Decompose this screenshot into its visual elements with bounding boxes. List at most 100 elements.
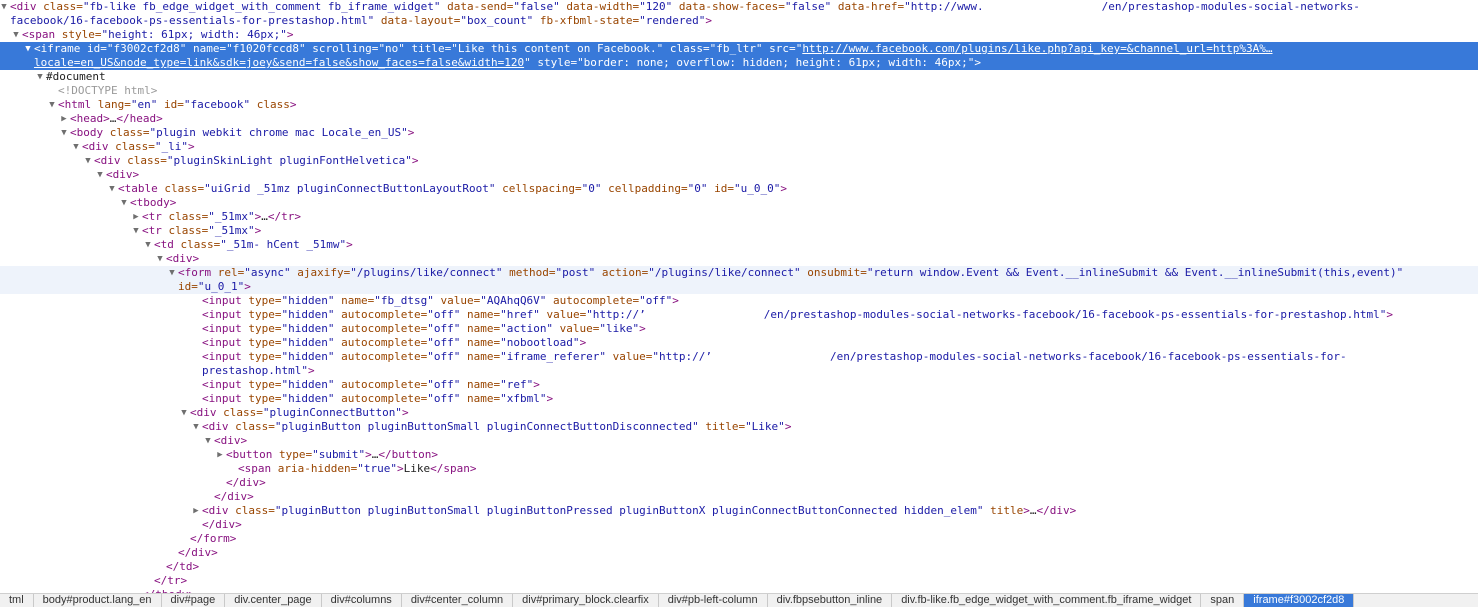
dom-node[interactable]: <input type="hidden" autocomplete="off" … bbox=[0, 322, 1478, 336]
node-token: > bbox=[254, 224, 262, 237]
disclosure-collapsed-icon[interactable]: ▶ bbox=[59, 112, 69, 126]
disclosure-expanded-icon[interactable]: ▼ bbox=[203, 434, 213, 448]
dom-node[interactable]: ▶ <tr class="_51mx">…</tr> bbox=[0, 210, 1478, 224]
node-token: action= bbox=[595, 266, 649, 279]
disclosure-expanded-icon[interactable]: ▼ bbox=[155, 252, 165, 266]
breadcrumb-item[interactable]: tml bbox=[0, 594, 34, 607]
disclosure-expanded-icon[interactable]: ▼ bbox=[47, 98, 57, 112]
dom-node[interactable]: <input type="hidden" autocomplete="off" … bbox=[0, 350, 1478, 378]
node-token: "_51mx" bbox=[208, 224, 255, 237]
dom-node[interactable]: <input type="hidden" autocomplete="off" … bbox=[0, 392, 1478, 406]
breadcrumb-item[interactable]: div.fbpsebutton_inline bbox=[768, 594, 893, 607]
node-token: id= bbox=[707, 182, 734, 195]
node-token: > bbox=[784, 420, 792, 433]
node-token: "off" bbox=[427, 322, 461, 335]
node-token: ajaxify= bbox=[290, 266, 351, 279]
node-token: < bbox=[10, 0, 17, 13]
breadcrumb-item[interactable]: div.fb-like.fb_edge_widget_with_comment.… bbox=[892, 594, 1202, 607]
node-token: type= bbox=[241, 308, 282, 321]
dom-node[interactable]: ▶ <head>…</head> bbox=[0, 112, 1478, 126]
node-token: "hidden" bbox=[281, 336, 335, 349]
dom-node[interactable]: </div> bbox=[0, 490, 1478, 504]
disclosure-expanded-icon[interactable]: ▼ bbox=[167, 266, 177, 280]
node-token: class= bbox=[161, 224, 209, 237]
disclosure-expanded-icon[interactable]: ▼ bbox=[59, 126, 69, 140]
dom-node[interactable]: </tr> bbox=[0, 574, 1478, 588]
node-token: <input bbox=[202, 350, 242, 363]
dom-node[interactable]: </form> bbox=[0, 532, 1478, 546]
dom-node[interactable]: ▼ <body class="plugin webkit chrome mac L… bbox=[0, 126, 1478, 140]
disclosure-collapsed-icon[interactable]: ▶ bbox=[131, 210, 141, 224]
dom-node[interactable]: <input type="hidden" autocomplete="off" … bbox=[0, 378, 1478, 392]
disclosure-expanded-icon[interactable]: ▼ bbox=[71, 140, 81, 154]
disclosure-expanded-icon[interactable]: ▼ bbox=[131, 224, 141, 238]
dom-node[interactable]: ▼ <iframe id="f3002cf2d8" name="f1020fccd… bbox=[0, 42, 1478, 70]
dom-node[interactable]: ▼ #document bbox=[0, 70, 1478, 84]
dom-node[interactable]: ▼ <div class="pluginButton pluginButtonSm… bbox=[0, 420, 1478, 434]
breadcrumb-item[interactable]: div#primary_block.clearfix bbox=[513, 594, 659, 607]
disclosure-expanded-icon[interactable]: ▼ bbox=[11, 28, 21, 42]
node-token: "hidden" bbox=[281, 350, 335, 363]
disclosure-expanded-icon[interactable]: ▼ bbox=[107, 182, 117, 196]
node-token: "off" bbox=[427, 308, 461, 321]
dom-node[interactable]: ▼ <tr class="_51mx"> bbox=[0, 224, 1478, 238]
breadcrumb-item[interactable]: iframe#f3002cf2d8 bbox=[1244, 594, 1355, 607]
breadcrumb-item[interactable]: span bbox=[1201, 594, 1245, 607]
node-token: <div bbox=[190, 406, 217, 419]
dom-node[interactable]: </div> bbox=[0, 546, 1478, 560]
disclosure-collapsed-icon[interactable]: ▶ bbox=[215, 448, 225, 462]
node-token: > bbox=[974, 56, 982, 69]
node-token: </span> bbox=[430, 462, 477, 475]
disclosure-expanded-icon[interactable]: ▼ bbox=[191, 420, 201, 434]
dom-node[interactable]: ▼ <div class="fb-like fb_edge_widget_with… bbox=[0, 0, 1478, 28]
dom-node[interactable]: ▶ <button type="submit">…</button> bbox=[0, 448, 1478, 462]
node-token: "rendered" bbox=[639, 14, 706, 27]
node-token: name= bbox=[460, 322, 501, 335]
breadcrumb-item[interactable]: div#pb-left-column bbox=[659, 594, 768, 607]
breadcrumb-item[interactable]: div#page bbox=[162, 594, 226, 607]
breadcrumb-item[interactable]: div.center_page bbox=[225, 594, 322, 607]
node-token: name= bbox=[460, 378, 501, 391]
dom-node[interactable]: ▼ <table class="uiGrid _51mz pluginConnec… bbox=[0, 182, 1478, 196]
breadcrumb-item[interactable]: div#columns bbox=[322, 594, 402, 607]
disclosure-expanded-icon[interactable]: ▼ bbox=[95, 168, 105, 182]
disclosure-expanded-icon[interactable]: ▼ bbox=[143, 238, 153, 252]
node-token: class= bbox=[663, 42, 710, 55]
disclosure-expanded-icon[interactable]: ▼ bbox=[119, 196, 129, 210]
node-token: name= bbox=[460, 308, 501, 321]
dom-node[interactable]: ▶ <div class="pluginButton pluginButtonSm… bbox=[0, 504, 1478, 518]
dom-node[interactable]: ▼ <form rel="async" ajaxify="/plugins/lik… bbox=[0, 266, 1478, 294]
dom-node[interactable]: ▼ <div class="_li"> bbox=[0, 140, 1478, 154]
dom-node[interactable]: <input type="hidden" autocomplete="off" … bbox=[0, 336, 1478, 350]
node-token: "/plugins/like/connect" bbox=[350, 266, 503, 279]
dom-node[interactable]: ▼ <div> bbox=[0, 252, 1478, 266]
dom-node[interactable]: <span aria-hidden="true">Like</span> bbox=[0, 462, 1478, 476]
dom-node[interactable]: ▼ <div> bbox=[0, 434, 1478, 448]
dom-node[interactable]: ▼ <html lang="en" id="facebook" class> bbox=[0, 98, 1478, 112]
dom-node[interactable]: ▼ <tbody> bbox=[0, 196, 1478, 210]
disclosure-collapsed-icon[interactable]: ▶ bbox=[191, 504, 201, 518]
node-token: > bbox=[401, 406, 409, 419]
disclosure-expanded-icon[interactable]: ▼ bbox=[23, 42, 33, 56]
node-token: > bbox=[533, 378, 540, 391]
dom-node[interactable]: ▼ <span style="height: 61px; width: 46px;… bbox=[0, 28, 1478, 42]
dom-node[interactable]: ▼ <div class="pluginConnectButton"> bbox=[0, 406, 1478, 420]
dom-node[interactable]: ▼ <div> bbox=[0, 168, 1478, 182]
dom-node[interactable]: ▼ <div class="pluginSkinLight pluginFontH… bbox=[0, 154, 1478, 168]
disclosure-expanded-icon[interactable]: ▼ bbox=[179, 406, 189, 420]
dom-node[interactable]: </div> bbox=[0, 518, 1478, 532]
dom-node[interactable]: <!DOCTYPE html> bbox=[0, 84, 1478, 98]
dom-node[interactable]: <input type="hidden" autocomplete="off" … bbox=[0, 308, 1478, 322]
dom-node[interactable]: ▼ <td class="_51m- hCent _51mw"> bbox=[0, 238, 1478, 252]
disclosure-expanded-icon[interactable]: ▼ bbox=[0, 0, 9, 14]
disclosure-expanded-icon[interactable]: ▼ bbox=[83, 154, 93, 168]
dom-node[interactable]: <input type="hidden" name="fb_dtsg" valu… bbox=[0, 294, 1478, 308]
node-token: class= bbox=[161, 210, 209, 223]
node-token: <table bbox=[118, 182, 158, 195]
disclosure-expanded-icon[interactable]: ▼ bbox=[35, 70, 45, 84]
dom-node[interactable]: </td> bbox=[0, 560, 1478, 574]
dom-node[interactable]: </div> bbox=[0, 476, 1478, 490]
breadcrumb-item[interactable]: div#center_column bbox=[402, 594, 514, 607]
node-token: <td bbox=[154, 238, 174, 251]
breadcrumb-item[interactable]: body#product.lang_en bbox=[34, 594, 162, 607]
